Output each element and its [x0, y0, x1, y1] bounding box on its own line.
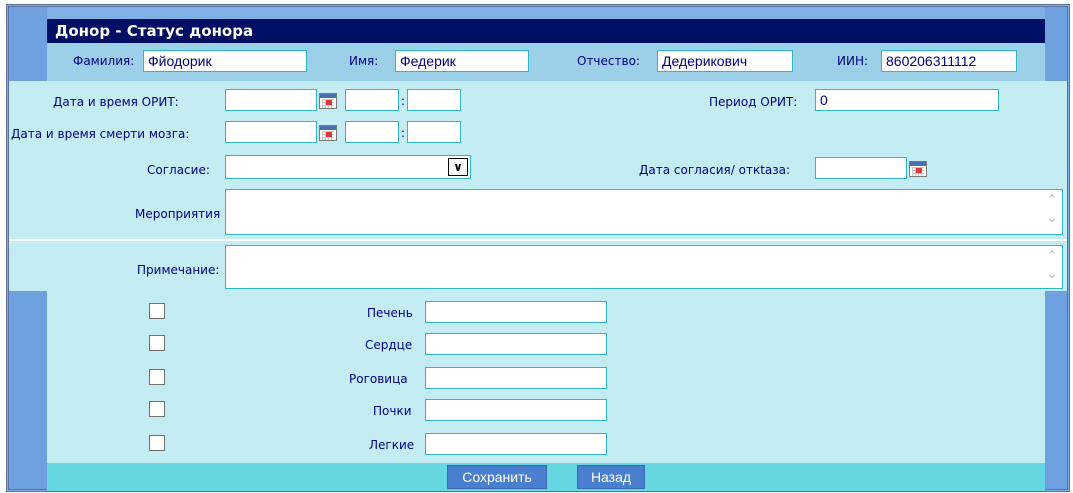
note-textarea[interactable]: ⌃ ⌄ [225, 245, 1063, 289]
brain-death-minute-field[interactable] [407, 121, 461, 143]
page-title: Донор - Статус донора [47, 19, 1045, 43]
chevron-down-icon[interactable]: ∨ [448, 158, 468, 176]
brain-death-date-field[interactable] [225, 121, 317, 143]
brain-death-label: Дата и время смерти мозга: [11, 127, 190, 141]
icu-hour-field[interactable] [345, 89, 399, 111]
back-button[interactable]: Назад [577, 465, 645, 489]
save-button[interactable]: Сохранить [447, 465, 547, 489]
iin-label: ИИН: [837, 54, 869, 68]
icu-date-field[interactable] [225, 89, 317, 111]
name-field[interactable]: Федерик [395, 50, 529, 72]
organ-field-kidneys[interactable] [425, 399, 607, 421]
patronymic-field[interactable]: Дедерикович [657, 50, 793, 72]
organ-label-liver: Печень [367, 306, 413, 320]
organ-checkbox-cornea[interactable] [149, 369, 165, 385]
button-bar: Сохранить Назад [47, 463, 1045, 491]
scroll-arrows-icon[interactable]: ⌃ ⌄ [1044, 192, 1060, 232]
organ-label-cornea: Роговица [349, 372, 408, 386]
organ-field-heart[interactable] [425, 333, 607, 355]
activities-label: Мероприятия [135, 207, 221, 221]
organ-checkbox-kidneys[interactable] [149, 401, 165, 417]
icu-period-label: Период ОРИТ: [709, 95, 798, 109]
organ-checkbox-lungs[interactable] [149, 435, 165, 451]
organ-label-heart: Сердце [365, 338, 413, 352]
organ-checkbox-liver[interactable] [149, 303, 165, 319]
note-label: Примечание: [137, 263, 220, 277]
brain-death-hour-field[interactable] [345, 121, 399, 143]
organ-label-lungs: Легкие [369, 438, 415, 452]
consent-select[interactable]: ∨ [225, 155, 471, 179]
organ-checkbox-heart[interactable] [149, 335, 165, 351]
surname-field[interactable]: Фйодорик [143, 50, 307, 72]
calendar-icon[interactable] [909, 161, 927, 177]
organ-label-kidneys: Почки [373, 404, 412, 418]
icu-datetime-label: Дата и время ОРИТ: [53, 95, 179, 109]
name-label: Имя: [349, 54, 379, 68]
calendar-icon[interactable] [319, 125, 337, 141]
organs-section: Печень Сердце Роговица Почки Легкие [47, 291, 1045, 463]
consent-date-label: Дата согласия/ откtаза: [639, 163, 791, 177]
icu-minute-field[interactable] [407, 89, 461, 111]
icu-period-field[interactable]: 0 [815, 89, 999, 111]
patronymic-label: Отчество: [577, 54, 640, 68]
calendar-icon[interactable] [319, 93, 337, 109]
consent-label: Согласие: [147, 163, 210, 177]
time-separator: : [401, 94, 406, 108]
consent-date-field[interactable] [815, 157, 907, 179]
organ-field-cornea[interactable] [425, 367, 607, 389]
time-separator: : [401, 126, 406, 140]
organ-field-liver[interactable] [425, 301, 607, 323]
divider [9, 239, 1067, 241]
window-frame: Донор - Статус донора Фамилия: Фйодорик … [6, 4, 1070, 492]
iin-field[interactable]: 860206311112 [881, 50, 1017, 72]
scroll-arrows-icon[interactable]: ⌃ ⌄ [1044, 248, 1060, 288]
organ-field-lungs[interactable] [425, 433, 607, 455]
activities-textarea[interactable]: ⌃ ⌄ [225, 189, 1063, 235]
donor-name-row: Фамилия: Фйодорик Имя: Федерик Отчество:… [47, 43, 1045, 81]
surname-label: Фамилия: [73, 54, 135, 68]
donor-status-form: Дата и время ОРИТ: : Период ОРИТ: 0 Дата… [9, 81, 1067, 291]
